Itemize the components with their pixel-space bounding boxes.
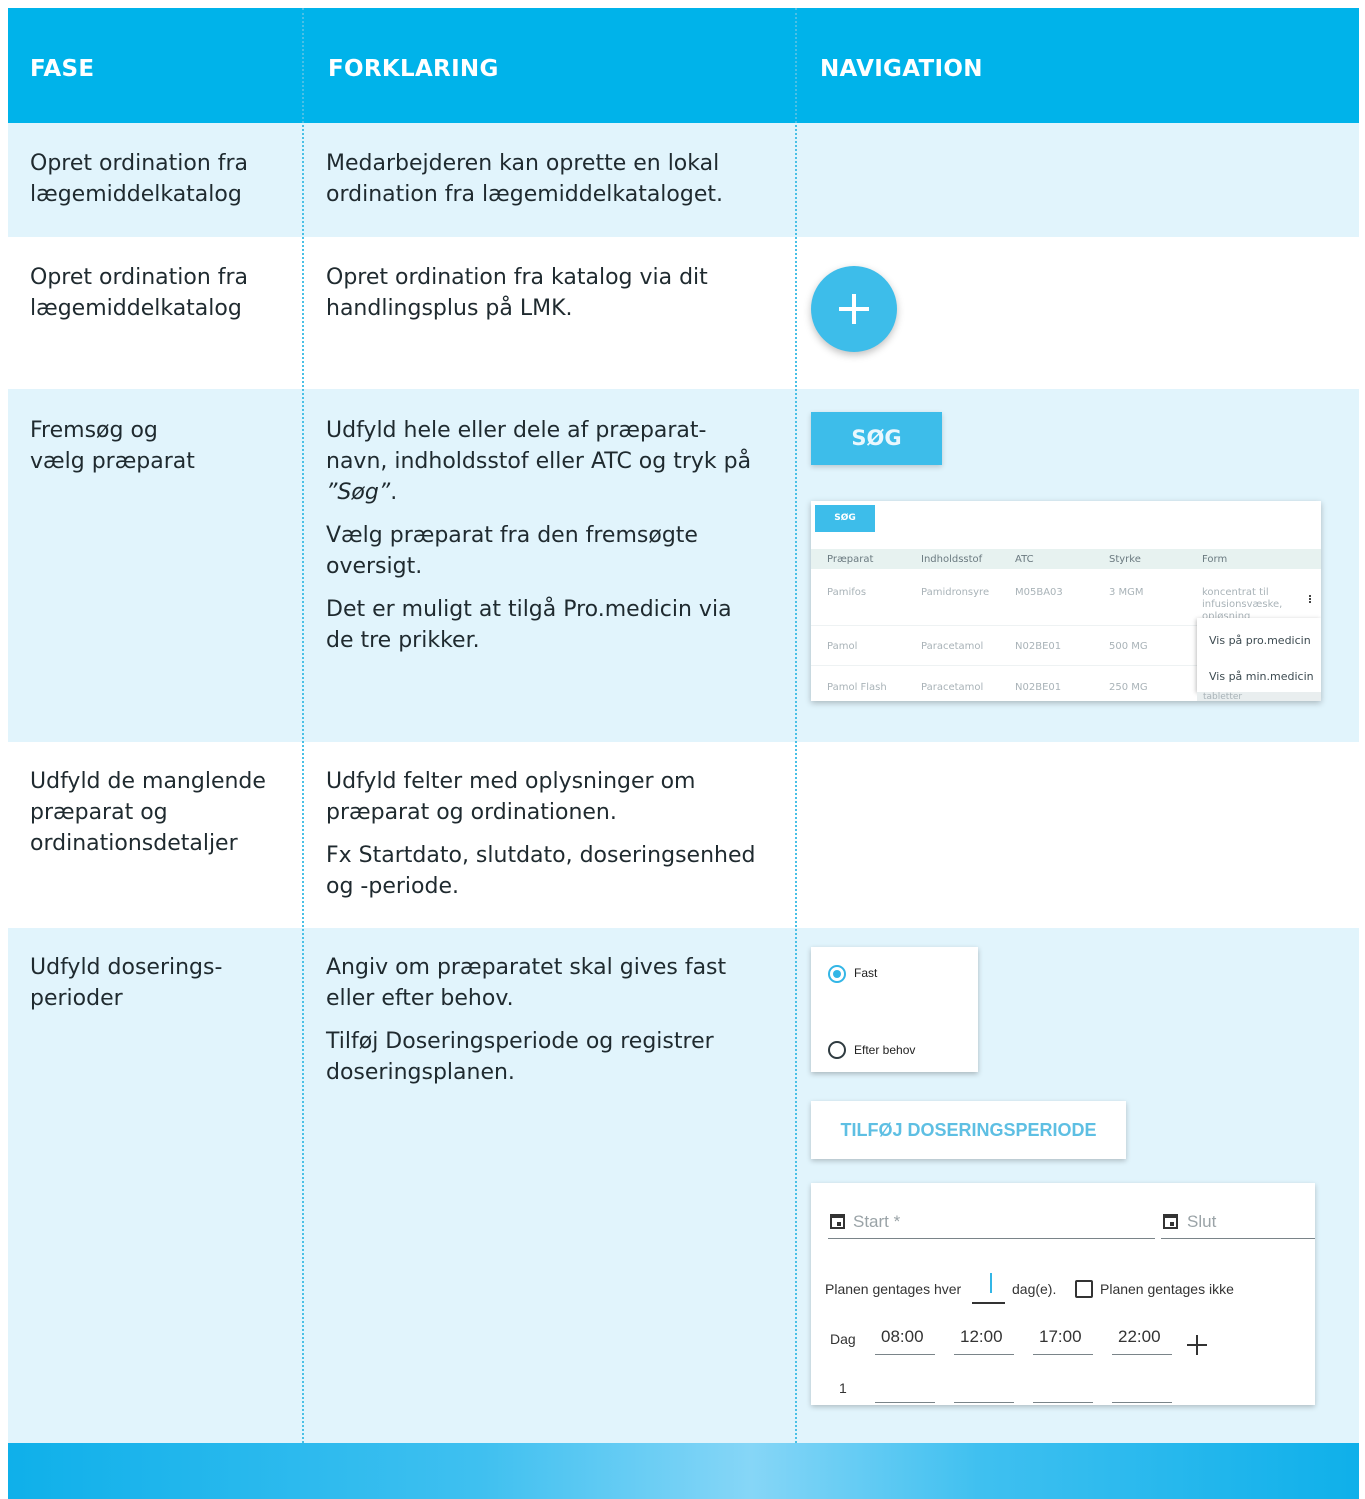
no-repeat-label: Planen gentages ikke [1100, 1281, 1234, 1297]
calendar-icon [830, 1214, 845, 1229]
col-header-styrke: Styrke [1109, 554, 1141, 565]
forklaring-cell: Udfyld felter med oplysninger om præpara… [326, 766, 766, 914]
result-cell: N02BE01 [1015, 682, 1062, 693]
forklaring-paragraph: Tilføj Doseringsperiode og registrer dos… [326, 1029, 714, 1085]
result-cell: Pamidronsyre [921, 587, 990, 598]
result-cell: Paracetamol [921, 641, 984, 652]
result-cell: 3 MGM [1109, 587, 1144, 598]
repeat-input-cursor [990, 1273, 992, 1293]
result-cell: 500 MG [1109, 641, 1148, 652]
add-plus-button[interactable] [811, 266, 897, 352]
radio-fast[interactable] [828, 965, 846, 983]
forklaring-cell: Udfyld hele eller dele af præparat-navn,… [326, 415, 766, 668]
repeat-days-input[interactable] [972, 1302, 1005, 1304]
dose-input[interactable] [954, 1402, 1014, 1403]
repeat-label: Planen gentages hver [825, 1281, 962, 1297]
dosing-plan-form: Start * Slut Planen gentages hver dag(e)… [811, 1183, 1315, 1405]
result-cell[interactable]: Pamol [827, 641, 857, 653]
day-label: Dag [830, 1331, 856, 1347]
time-slot[interactable]: 22:00 [1118, 1327, 1161, 1347]
repeat-unit: dag(e). [1012, 1281, 1057, 1297]
result-cell: tabletter [1197, 692, 1321, 701]
fase-cell: Fremsøg og vælg præparat [30, 418, 195, 474]
forklaring-cell: Angiv om præparatet skal gives fast elle… [326, 952, 766, 1100]
col-header-praeparat: Præparat [827, 554, 874, 565]
forklaring-cell: Opret ordination fra katalog via dit han… [326, 265, 708, 321]
fase-cell: Udfyld doserings-perioder [30, 955, 223, 1011]
end-date-field[interactable]: Slut [1187, 1212, 1216, 1232]
time-slot[interactable]: 12:00 [960, 1327, 1003, 1347]
radio-fast-label: Fast [854, 966, 878, 980]
day-number: 1 [839, 1380, 847, 1396]
context-menu: Vis på pro.medicin Vis på min.medicin [1197, 618, 1321, 692]
menu-item-pro-medicin[interactable]: Vis på pro.medicin [1209, 634, 1311, 647]
end-date-underline [1161, 1238, 1315, 1239]
catalog-results-panel: SØG Præparat Indholdsstof ATC Styrke For… [811, 501, 1321, 701]
add-time-icon[interactable] [1187, 1335, 1207, 1355]
time-underline [954, 1354, 1014, 1355]
calendar-icon [1163, 1214, 1178, 1229]
result-cell: 250 MG [1109, 682, 1148, 693]
result-cell: Paracetamol [921, 682, 984, 693]
sog-quote: ”Søg” [326, 480, 391, 505]
forklaring-paragraph: Udfyld felter med oplysninger om præpara… [326, 769, 696, 825]
footer-band [8, 1443, 1359, 1499]
radio-efter-behov[interactable] [828, 1041, 846, 1059]
forklaring-cell: Medarbejderen kan oprette en lokal ordin… [326, 151, 723, 207]
more-options-icon[interactable] [1309, 595, 1311, 597]
fase-cell: Opret ordination fra lægemiddelkatalog [30, 265, 249, 321]
result-cell[interactable]: Pamol Flash [827, 682, 887, 694]
forklaring-paragraph: Fx Startdato, slutdato, doseringsenhed o… [326, 843, 756, 899]
search-button[interactable]: SØG [811, 412, 942, 465]
table-header: FASE FORKLARING NAVIGATION [8, 8, 1359, 123]
forklaring-paragraph: Angiv om præparatet skal gives fast elle… [326, 955, 727, 1011]
header-fase: FASE [30, 56, 95, 82]
fase-cell: Udfyld de manglende præparat og ordinati… [30, 769, 266, 856]
result-cell: M05BA03 [1015, 587, 1063, 598]
header-forklaring: FORKLARING [328, 56, 499, 82]
forklaring-paragraph: Udfyld hele eller dele af præparat-navn,… [326, 418, 752, 505]
col-header-atc: ATC [1015, 554, 1034, 565]
column-divider [795, 8, 797, 1443]
time-underline [875, 1354, 935, 1355]
dosing-type-radio-group: Fast Efter behov [811, 947, 978, 1072]
time-underline [1112, 1354, 1172, 1355]
column-divider [302, 8, 304, 1443]
result-cell[interactable]: Pamifos [827, 587, 866, 599]
forklaring-paragraph: Det er muligt at tilgå Pro.medicin via d… [326, 597, 732, 653]
time-slot[interactable]: 08:00 [881, 1327, 924, 1347]
start-date-underline [828, 1238, 1155, 1239]
search-button-small[interactable]: SØG [815, 505, 875, 532]
col-header-indholdsstof: Indholdsstof [921, 554, 983, 565]
time-underline [1033, 1354, 1093, 1355]
header-navigation: NAVIGATION [820, 56, 983, 82]
dose-input[interactable] [875, 1402, 935, 1403]
result-cell: N02BE01 [1015, 641, 1062, 652]
dose-input[interactable] [1033, 1402, 1093, 1403]
radio-efter-behov-label: Efter behov [854, 1043, 916, 1057]
col-header-form: Form [1202, 554, 1228, 565]
forklaring-paragraph: Vælg præparat fra den fremsøgte oversigt… [326, 523, 698, 579]
add-dosing-period-button[interactable]: TILFØJ DOSERINGSPERIODE [811, 1101, 1126, 1159]
time-slot[interactable]: 17:00 [1039, 1327, 1082, 1347]
menu-item-min-medicin[interactable]: Vis på min.medicin [1209, 670, 1314, 683]
dose-input[interactable] [1112, 1402, 1172, 1403]
results-header-bg [811, 549, 1321, 569]
no-repeat-checkbox[interactable] [1075, 1280, 1093, 1298]
fase-cell: Opret ordination fra lægemiddelkatalog [30, 151, 249, 207]
start-date-field[interactable]: Start * [853, 1212, 900, 1232]
